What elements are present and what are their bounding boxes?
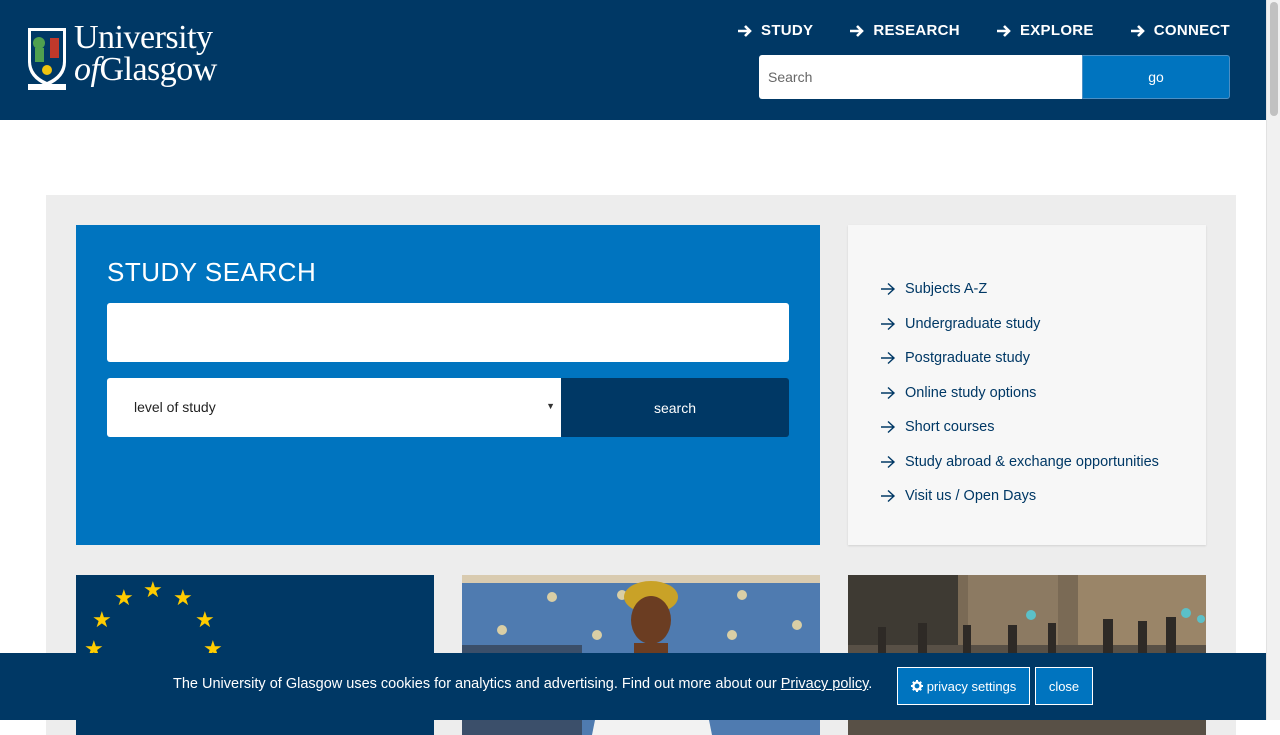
cookie-banner: The University of Glasgow uses cookies f… [0,653,1266,720]
link-label: Visit us / Open Days [905,488,1037,505]
site-search-input[interactable] [759,55,1082,99]
link-label: Undergraduate study [905,315,1041,332]
arrow-right-icon [881,317,896,330]
wordmark-glasgow: Glasgow [99,51,217,88]
university-logo[interactable]: University ofGlasgow [26,21,226,94]
star-icon: ★ [173,585,193,610]
dropdown-caret-icon: ▼ [546,401,555,411]
arrow-right-icon [1130,24,1145,37]
nav-research-label: RESEARCH [873,22,960,39]
link-subjects-a-z[interactable]: Subjects A-Z [880,272,1159,307]
privacy-policy-link[interactable]: Privacy policy [781,676,869,692]
nav-study-label: STUDY [761,22,814,39]
arrow-right-icon [881,386,896,399]
star-icon: ★ [195,607,215,632]
link-undergraduate-study[interactable]: Undergraduate study [880,307,1159,342]
site-search: go [759,55,1230,99]
arrow-right-icon [881,352,896,365]
arrow-right-icon [881,421,896,434]
link-study-abroad[interactable]: Study abroad & exchange opportunities [880,445,1159,480]
arrow-right-icon [850,24,865,37]
page-scrollbar[interactable] [1266,0,1280,720]
nav-study[interactable]: STUDY [737,22,813,39]
privacy-settings-label: privacy settings [926,678,1017,694]
gear-icon [910,680,923,692]
level-of-study-value: level of study [134,399,216,415]
nav-explore-label: EXPLORE [1019,22,1094,39]
cookie-message: The University of Glasgow uses cookies f… [173,676,872,692]
scrollbar-thumb[interactable] [1270,2,1278,116]
wordmark-of: of [74,51,100,88]
arrow-right-icon [996,24,1011,37]
arrow-right-icon [881,490,896,503]
study-links-box: Subjects A-Z Undergraduate study Postgra… [848,225,1206,545]
nav-explore[interactable]: EXPLORE [996,22,1094,39]
university-crest-icon [28,28,66,90]
link-label: Postgraduate study [905,350,1030,367]
nav-connect[interactable]: CONNECT [1130,22,1230,39]
main-navigation: STUDY RESEARCH EXPLORE CONNECT [737,22,1230,39]
cookie-message-end: . [868,676,873,692]
site-search-go-button[interactable]: go [1082,55,1230,99]
arrow-right-icon [738,24,752,37]
link-short-courses[interactable]: Short courses [880,410,1159,445]
star-icon: ★ [114,585,134,610]
study-search-input[interactable] [107,303,789,362]
site-header: University ofGlasgow STUDY RESEARCH EXPL… [0,0,1266,120]
study-search-box: STUDY SEARCH level of study ▼ search [76,225,820,545]
arrow-right-icon [881,283,896,296]
link-label: Study abroad & exchange opportunities [905,453,1159,470]
link-label: Online study options [905,384,1037,401]
nav-connect-label: CONNECT [1153,22,1230,39]
cookie-close-button[interactable]: close [1035,667,1093,705]
cookie-message-text: The University of Glasgow uses cookies f… [173,676,781,692]
nav-research[interactable]: RESEARCH [849,22,960,39]
link-online-study-options[interactable]: Online study options [880,376,1159,411]
link-label: Short courses [905,419,995,436]
arrow-right-icon [881,455,896,468]
privacy-settings-button[interactable]: privacy settings [897,667,1030,705]
study-links-list: Subjects A-Z Undergraduate study Postgra… [880,272,1159,514]
study-search-button[interactable]: search [561,378,789,437]
star-icon: ★ [92,607,112,632]
link-postgraduate-study[interactable]: Postgraduate study [880,341,1159,376]
university-wordmark: University ofGlasgow [74,21,217,88]
link-label: Subjects A-Z [905,281,988,298]
link-visit-us-open-days[interactable]: Visit us / Open Days [880,479,1159,514]
star-icon: ★ [143,577,163,602]
level-of-study-select[interactable]: level of study ▼ [107,378,561,437]
study-search-title: STUDY SEARCH [107,257,317,287]
